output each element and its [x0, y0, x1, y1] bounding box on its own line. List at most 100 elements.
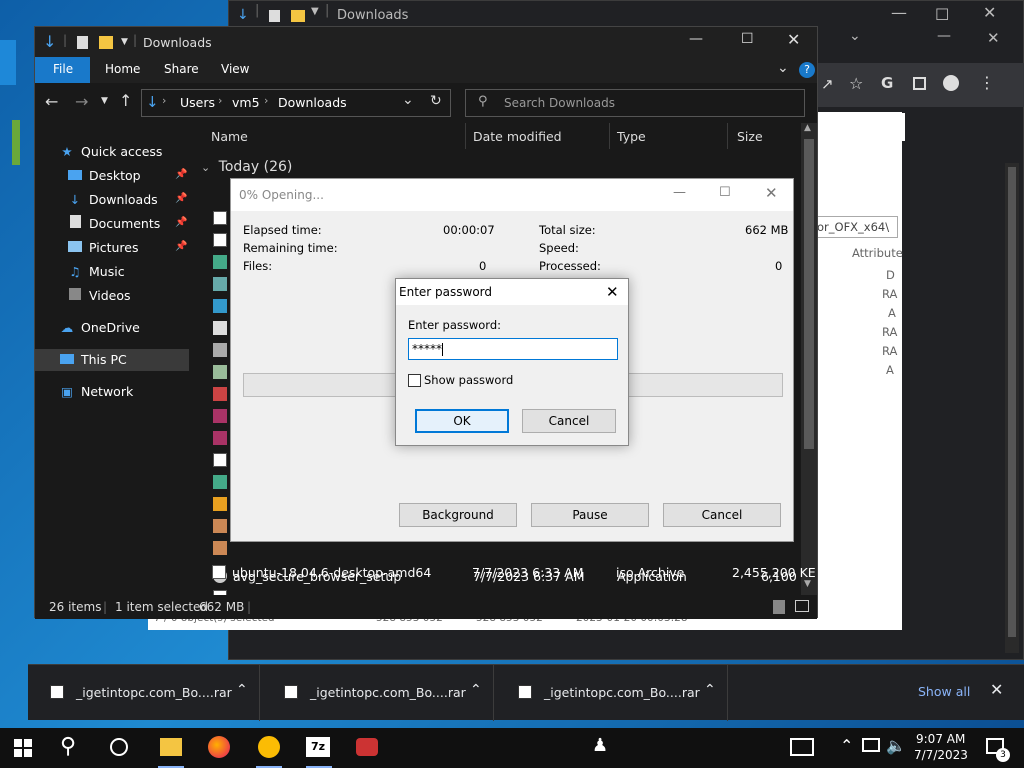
minimize-icon[interactable]: — — [937, 28, 951, 44]
group-header-today[interactable]: ⌄ Today (26) — [201, 159, 292, 175]
column-header-date[interactable]: Date modified — [473, 129, 562, 144]
search-icon[interactable]: ⚲ — [60, 734, 84, 759]
ok-button[interactable]: OK — [415, 409, 509, 433]
download-arrow-icon: ↓ — [237, 7, 249, 23]
maximize-icon[interactable]: ☐ — [935, 5, 949, 24]
column-header-type[interactable]: Type — [617, 129, 646, 144]
properties-icon[interactable] — [77, 36, 88, 49]
chevron-down-icon[interactable]: ⌄ — [849, 28, 861, 44]
chevron-down-icon[interactable]: ▼ — [121, 37, 128, 47]
show-all-link[interactable]: Show all — [918, 684, 970, 699]
nav-this-pc[interactable]: This PC — [59, 349, 127, 371]
password-cancel-button[interactable]: Cancel — [522, 409, 616, 433]
refresh-icon[interactable]: ↻ — [430, 93, 442, 109]
close-icon[interactable]: ✕ — [787, 30, 800, 49]
chevron-up-icon[interactable]: ⌃ — [704, 682, 716, 698]
vertical-scrollbar[interactable]: ▲ ▼ — [801, 123, 817, 595]
chevron-up-icon[interactable]: ⌃ — [840, 736, 853, 755]
pin-icon[interactable]: 📌 — [175, 193, 187, 204]
chrome-scrollbar[interactable] — [1005, 163, 1019, 653]
background-button[interactable]: Background — [399, 503, 517, 527]
new-folder-icon[interactable] — [99, 36, 113, 49]
show-password-checkbox[interactable] — [408, 374, 421, 387]
chevron-up-icon[interactable]: ⌃ — [236, 682, 248, 698]
breadcrumb-vm5[interactable]: vm5 — [232, 95, 260, 110]
nav-documents[interactable]: Documents — [67, 213, 160, 235]
profile-icon[interactable] — [943, 75, 959, 91]
maximize-icon[interactable]: ☐ — [741, 31, 754, 47]
scroll-thumb[interactable] — [804, 139, 814, 449]
star-icon[interactable]: ☆ — [849, 74, 863, 93]
google-icon[interactable]: G — [881, 74, 893, 92]
chevron-down-icon[interactable]: ⌄ — [777, 60, 789, 76]
close-icon[interactable]: ✕ — [990, 680, 1003, 699]
column-header-size[interactable]: Size — [737, 129, 763, 144]
app-icon[interactable] — [356, 738, 378, 756]
volume-icon[interactable]: 🔈 — [886, 736, 906, 755]
more-menu-icon[interactable]: ⋮ — [979, 73, 995, 92]
7zip-icon[interactable]: 7z — [306, 737, 330, 757]
up-arrow-icon[interactable]: ↑ — [119, 91, 132, 110]
file-explorer-icon[interactable] — [160, 738, 182, 756]
ribbon-view-tab[interactable]: View — [221, 62, 249, 76]
search-box[interactable]: ⚲ Search Downloads — [465, 89, 805, 117]
show-password-label[interactable]: Show password — [424, 373, 513, 387]
download-item[interactable]: _igetintopc.com_Bo....rar ⌃ — [28, 665, 260, 721]
minimize-icon[interactable]: — — [689, 31, 703, 47]
nav-desktop[interactable]: Desktop — [67, 165, 141, 187]
nav-onedrive[interactable]: ☁ OneDrive — [59, 317, 140, 339]
address-bar[interactable]: ↓ › Users › vm5 › Downloads ⌄ ↻ — [141, 89, 451, 117]
archive-file-icon — [213, 541, 227, 555]
download-item[interactable]: _igetintopc.com_Bo....rar ⌃ — [262, 665, 494, 721]
chevron-up-icon[interactable]: ⌃ — [470, 682, 482, 698]
scroll-up-icon[interactable]: ▲ — [804, 123, 811, 133]
ribbon-home-tab[interactable]: Home — [105, 62, 140, 76]
download-item[interactable]: _igetintopc.com_Bo....rar ⌃ — [496, 665, 728, 721]
pin-icon[interactable]: 📌 — [175, 241, 187, 252]
news-icon[interactable] — [790, 738, 814, 756]
nav-downloads[interactable]: ↓ Downloads — [67, 189, 158, 211]
nav-pictures[interactable]: Pictures — [67, 237, 139, 259]
firefox-icon[interactable] — [208, 736, 230, 758]
people-icon[interactable]: ♟ — [592, 735, 616, 759]
password-field[interactable]: ***** — [408, 338, 618, 360]
nav-network[interactable]: ▣ Network — [59, 381, 133, 403]
breadcrumb-downloads[interactable]: Downloads — [278, 95, 347, 110]
column-header-name[interactable]: Name — [211, 129, 248, 144]
maximize-icon[interactable]: ☐ — [719, 185, 731, 200]
breadcrumb-users[interactable]: Users — [180, 95, 215, 110]
file-row[interactable]: ubuntu-18.04.6-desktop-amd64 7/7/2023 6:… — [200, 562, 816, 583]
recent-chevron-icon[interactable]: ▼ — [101, 96, 108, 106]
progress-cancel-button[interactable]: Cancel — [663, 503, 781, 527]
windows-start-icon[interactable] — [14, 739, 32, 757]
nav-quick-access[interactable]: ★ Quick access — [59, 141, 162, 163]
ribbon-share-tab[interactable]: Share — [164, 62, 199, 76]
pin-icon[interactable]: 📌 — [175, 217, 187, 228]
pin-icon[interactable]: 📌 — [175, 169, 187, 180]
minimize-icon[interactable]: — — [891, 3, 907, 22]
share-icon[interactable]: ↗ — [821, 75, 834, 93]
clock-time[interactable]: 9:07 AM — [916, 732, 965, 746]
chrome-icon[interactable] — [258, 736, 280, 758]
archive-path-field[interactable]: or_OFX_x64\ — [812, 216, 898, 238]
details-view-icon[interactable] — [773, 600, 785, 614]
back-arrow-icon[interactable]: ← — [45, 92, 58, 111]
nav-music[interactable]: ♫ Music — [67, 261, 124, 283]
close-icon[interactable]: ✕ — [987, 29, 1000, 47]
cortana-icon[interactable] — [110, 738, 128, 756]
close-icon[interactable]: ✕ — [606, 279, 619, 305]
large-icons-view-icon[interactable] — [795, 600, 809, 612]
network-icon[interactable] — [862, 738, 880, 752]
clock-date[interactable]: 7/7/2023 — [914, 748, 968, 762]
close-icon[interactable]: ✕ — [983, 3, 996, 22]
close-icon[interactable]: ✕ — [765, 184, 778, 202]
chevron-down-icon[interactable]: ⌄ — [402, 92, 414, 108]
search-placeholder: Search Downloads — [504, 96, 615, 110]
forward-arrow-icon[interactable]: → — [75, 92, 88, 111]
ribbon-file-tab[interactable]: File — [35, 57, 90, 83]
help-icon[interactable]: ? — [799, 62, 815, 78]
minimize-icon[interactable]: — — [673, 185, 686, 200]
nav-videos[interactable]: Videos — [67, 285, 131, 307]
pause-button[interactable]: Pause — [531, 503, 649, 527]
side-panel-icon[interactable] — [913, 77, 926, 90]
